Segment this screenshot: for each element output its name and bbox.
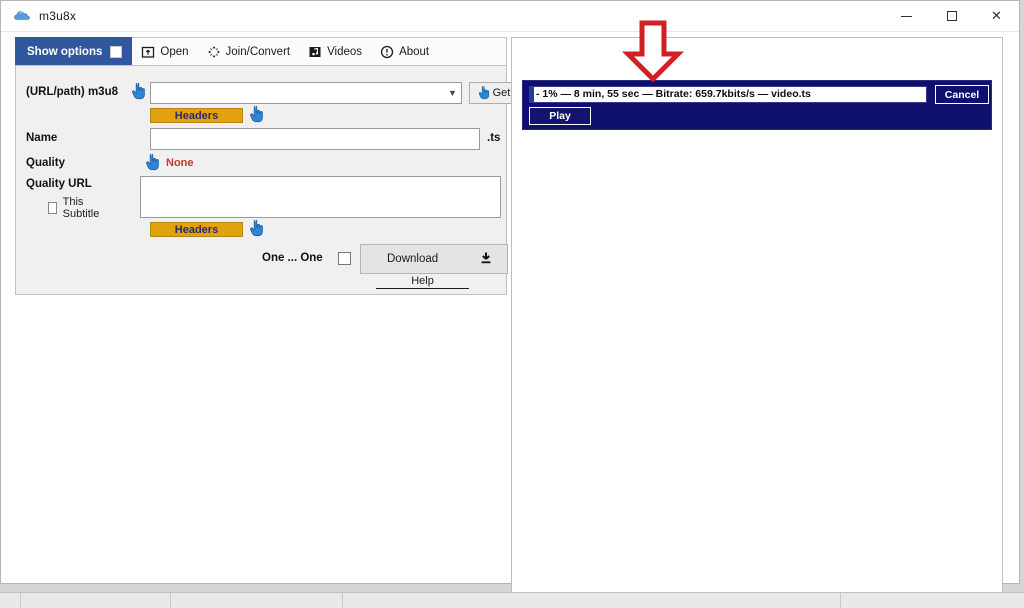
download-button-label: Download [387, 253, 439, 265]
headers-button-url[interactable]: Headers [150, 108, 243, 123]
headers-button-quality[interactable]: Headers [150, 222, 243, 237]
info-circle-icon [380, 45, 394, 59]
tab-show-options[interactable]: Show options [15, 37, 133, 66]
show-options-checkbox[interactable] [110, 45, 123, 58]
name-input[interactable] [150, 128, 480, 150]
close-button[interactable]: ✕ [974, 1, 1019, 31]
download-progress-bar: - 1% — 8 min, 55 sec — Bitrate: 659.7kbi… [529, 86, 927, 103]
quality-url-label: Quality URL [26, 178, 92, 190]
play-button-label: Play [549, 110, 571, 122]
video-note-icon [308, 45, 322, 59]
window-controls: ✕ [884, 1, 1019, 31]
url-combobox[interactable]: ▼ [150, 82, 462, 104]
headers-row-bottom: Headers [150, 220, 263, 237]
four-arrows-icon [207, 45, 221, 59]
download-button[interactable]: Download [360, 244, 508, 274]
strip-segment [20, 593, 171, 608]
get-button-label: Get [492, 87, 511, 99]
tab-join-convert-label: Join/Convert [225, 45, 291, 58]
tab-about-label: About [399, 45, 430, 58]
download-row: One ... One Download [262, 244, 508, 274]
name-extension-label: .ts [487, 132, 501, 144]
headers-button-label: Headers [174, 223, 219, 236]
tab-bar: Show options Open Join/Convert Videos Ab… [15, 37, 507, 66]
headers-row-top: Headers [150, 106, 263, 123]
app-window: m3u8x ✕ Show options Open Join/Convert V… [0, 0, 1020, 595]
tab-show-options-label: Show options [27, 45, 103, 58]
download-item: - 1% — 8 min, 55 sec — Bitrate: 659.7kbi… [522, 80, 992, 130]
tab-open[interactable]: Open [132, 38, 197, 65]
window-title: m3u8x [39, 9, 77, 23]
title-bar: m3u8x ✕ [1, 1, 1019, 32]
download-arrow-icon [479, 251, 493, 268]
quality-url-textarea[interactable] [140, 176, 501, 218]
minimize-icon [901, 15, 912, 17]
quality-label: Quality [26, 157, 65, 169]
cancel-button[interactable]: Cancel [935, 85, 989, 104]
checkbox-box[interactable] [48, 202, 57, 214]
close-icon: ✕ [991, 8, 1002, 23]
tab-about[interactable]: About [371, 38, 438, 65]
quality-row: Quality None [26, 154, 326, 174]
hand-pointer-icon [249, 106, 264, 123]
chevron-down-icon[interactable]: ▼ [444, 83, 461, 103]
hand-pointer-icon [145, 154, 160, 171]
this-subtitle-label: This Subtitle [62, 196, 100, 220]
quality-value[interactable]: None [166, 157, 194, 169]
name-label: Name [26, 132, 58, 144]
bottom-strip [0, 592, 1024, 608]
tab-join-convert[interactable]: Join/Convert [198, 38, 300, 65]
tab-videos-label: Videos [327, 45, 363, 58]
url-label: (URL/path) m3u8 [26, 86, 118, 98]
strip-segment [342, 593, 841, 608]
headers-button-label: Headers [174, 109, 219, 122]
strip-segment [0, 593, 21, 608]
desktop-background: m3u8x ✕ Show options Open Join/Convert V… [0, 0, 1024, 608]
open-folder-icon [141, 45, 155, 59]
play-button[interactable]: Play [529, 107, 591, 125]
name-row: Name .ts [26, 128, 501, 150]
one-one-label: One ... One [262, 252, 323, 264]
progress-status-text: - 1% — 8 min, 55 sec — Bitrate: 659.7kbi… [536, 88, 811, 100]
hand-pointer-icon [478, 86, 490, 100]
cancel-button-label: Cancel [944, 88, 980, 101]
options-panel: (URL/path) m3u8 ▼ Get Headers Name .ts Q… [15, 65, 519, 295]
one-one-checkbox[interactable] [338, 252, 351, 265]
hand-pointer-icon [249, 220, 264, 237]
help-link[interactable]: Help [376, 275, 469, 289]
cloud-icon [13, 7, 31, 25]
hand-pointer-icon [131, 83, 146, 100]
minimize-button[interactable] [884, 1, 929, 31]
maximize-icon [946, 11, 957, 21]
maximize-button[interactable] [929, 1, 974, 31]
url-row: (URL/path) m3u8 ▼ Get [26, 82, 519, 104]
url-input[interactable] [151, 84, 444, 102]
tab-open-label: Open [160, 45, 189, 58]
downloads-panel: - 1% — 8 min, 55 sec — Bitrate: 659.7kbi… [511, 37, 1003, 595]
tab-videos[interactable]: Videos [299, 38, 371, 65]
strip-segment [170, 593, 343, 608]
this-subtitle-checkbox[interactable]: This Subtitle [48, 196, 103, 220]
